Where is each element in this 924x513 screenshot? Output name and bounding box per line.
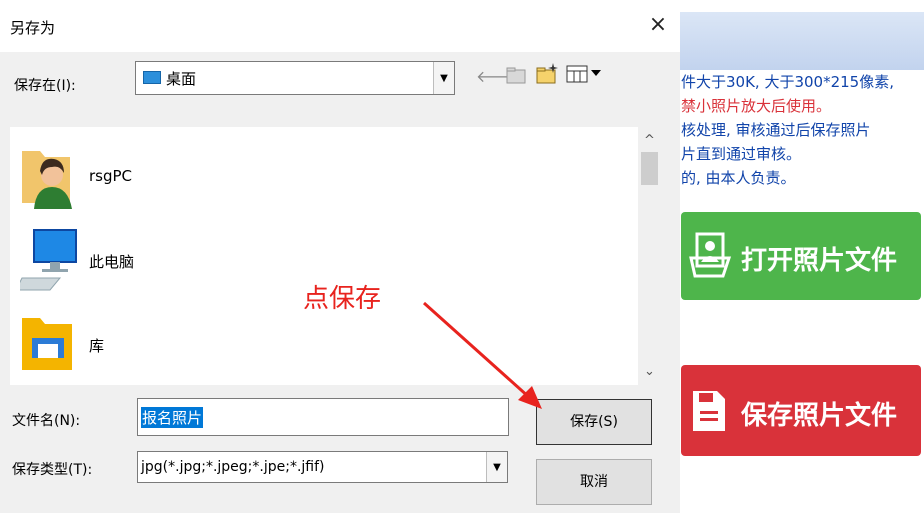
annotation-arrow <box>422 301 542 409</box>
